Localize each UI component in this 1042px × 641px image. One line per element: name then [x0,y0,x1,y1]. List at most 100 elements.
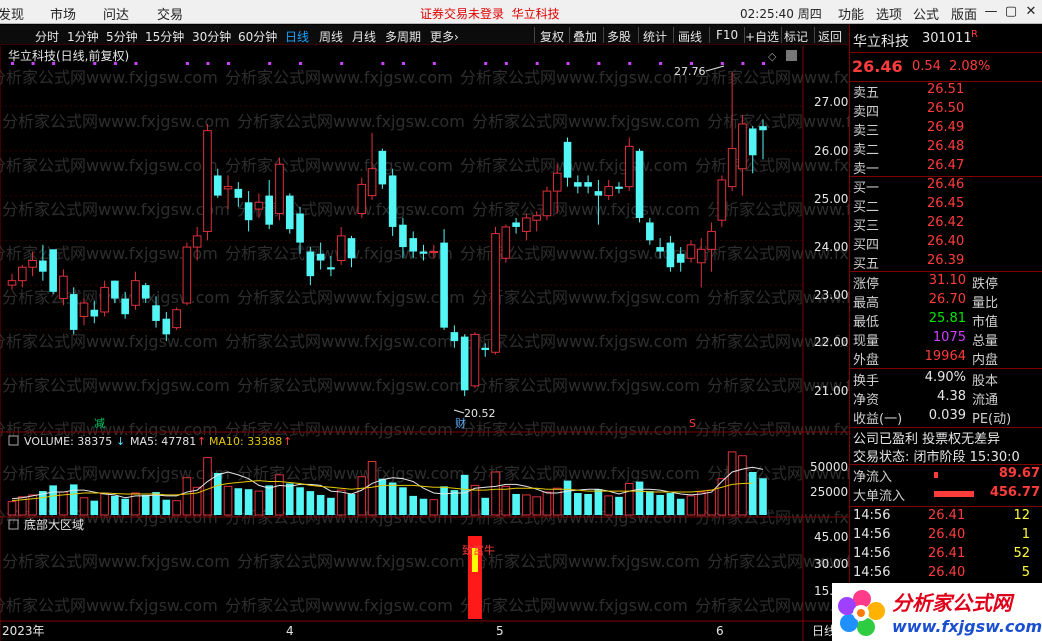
tab-timeshare[interactable]: 分时 [35,28,59,45]
candle [90,300,99,324]
tick-price: 26.40 [928,565,966,580]
kline-chart[interactable]: 27.00 26.00 25.00 24.00 23.00 22.00 21.0… [0,46,849,641]
company-info-text: 公司已盈利 投票权无差异 [853,432,1001,447]
tab-5min[interactable]: 5分钟 [106,28,138,45]
candle [532,211,541,232]
ma5-label: MA5: 47781 [130,435,196,448]
ask-label: 卖五 [853,86,880,101]
volume-bar [450,490,459,515]
tab-more[interactable]: 更多› [430,28,459,45]
candle [244,191,253,232]
tab-multi-period[interactable]: 多周期 [385,28,421,45]
ask-label: 卖二 [853,143,880,158]
signal-dot [134,62,138,65]
overlay-button[interactable]: 叠加 [573,28,597,45]
bid-row: 买二 26.45 [850,196,1042,215]
low-pointer [453,409,465,414]
tab-15min[interactable]: 15分钟 [145,28,184,45]
candle [28,251,37,277]
candle [707,222,716,272]
flow-value: 89.67 [998,466,1040,481]
stat-row: 最低 25.81 市值 [850,311,1042,330]
tab-60min[interactable]: 60分钟 [238,28,277,45]
menu-market[interactable]: 市场 [50,4,76,23]
tick-time: 14:56 [853,546,891,561]
volume-tick: 50000 [810,460,848,474]
candle [481,343,490,357]
menu-formula[interactable]: 公式 [913,4,939,23]
menu-trade[interactable]: 交易 [157,4,183,23]
indicator-tick: 30.00 [814,557,848,571]
tab-monthly[interactable]: 月线 [352,28,376,45]
tab-weekly[interactable]: 周线 [319,28,343,45]
signal-dot [504,62,508,65]
maximize-icon[interactable]: ▢ [1002,2,1020,22]
candle [388,168,397,236]
close-icon[interactable]: ✕ [1022,2,1040,22]
fuquan-button[interactable]: 复权 [540,28,564,45]
candle [131,271,140,310]
volume-bar [327,497,335,515]
menu-options[interactable]: 选项 [876,4,902,23]
chart-area[interactable]: 分析家公式网www.fxjgsw.com 分析家公式网www.fxjgsw.com… [0,46,935,641]
tab-30min[interactable]: 30分钟 [192,28,231,45]
f10-button[interactable]: F10 [716,28,738,42]
multi-stock-button[interactable]: 多股 [607,28,631,45]
menu-layout[interactable]: 版面 [951,4,977,23]
stock-header[interactable]: 华立科技 301011 R [850,29,1042,50]
candle [460,334,469,397]
site-logo: 分析家公式网 www.fxjgsw.com [832,583,1042,641]
signal-dot [659,62,663,65]
add-watchlist-button[interactable]: +自选 [745,28,779,45]
volume-bar [399,487,407,515]
candle [162,311,171,342]
menu-function[interactable]: 功能 [838,4,864,23]
tab-1min[interactable]: 1分钟 [67,28,99,45]
candle [327,256,335,277]
draw-line-button[interactable]: 画线 [678,28,702,45]
volume-bar [532,496,541,516]
signal-dot [628,62,632,65]
stat-label: 外盘 [853,353,880,368]
period-toolbar: 分时 1分钟 5分钟 15分钟 30分钟 60分钟 日线 周线 月线 多周期 更… [0,25,849,45]
volume-bar [316,494,325,515]
back-button[interactable]: 返回 [818,28,842,45]
indicator-title: 底部大区域 [24,517,84,532]
stats-button[interactable]: 统计 [643,28,667,45]
candle [419,244,428,261]
trade-status: 交易状态: 闭市阶段 15:30:0 [850,446,1042,465]
mark-button[interactable]: 标记 [784,28,808,45]
fundamental-label: 换手 [853,374,880,389]
stat-label-2: 量比 [972,296,999,311]
volume-arrow-icon: ↓ [116,435,125,448]
candle [624,137,634,192]
volume-bar [69,484,78,515]
divider [850,271,1042,272]
candle [121,291,129,319]
menu-discover[interactable]: 发现 [0,4,24,23]
volume-bar [707,489,716,516]
price-tick: 27.00 [814,95,848,109]
signal-dot [185,62,189,65]
candle [39,244,47,281]
logo-url: www.fxjgsw.com [892,617,1042,636]
ask-label: 卖三 [853,124,880,139]
volume-bar [686,495,696,516]
candle [357,177,367,218]
candle [316,242,325,270]
candle [552,164,562,214]
volume-bar [646,491,654,515]
candle [501,224,511,263]
stat-label: 涨停 [853,277,880,292]
trade-login-status[interactable]: 证券交易未登录 华立科技 [420,5,560,22]
volume-bar [522,494,531,516]
minimize-icon[interactable]: — [982,2,1000,22]
candle [450,325,459,348]
candle [49,249,57,295]
tab-daily[interactable]: 日线 [285,28,309,45]
volume-bar [460,474,469,515]
volume-toggle-icon [8,435,19,446]
volume-bar [141,494,150,515]
volume-bar [347,493,356,515]
menu-wenda[interactable]: 问达 [103,4,129,23]
